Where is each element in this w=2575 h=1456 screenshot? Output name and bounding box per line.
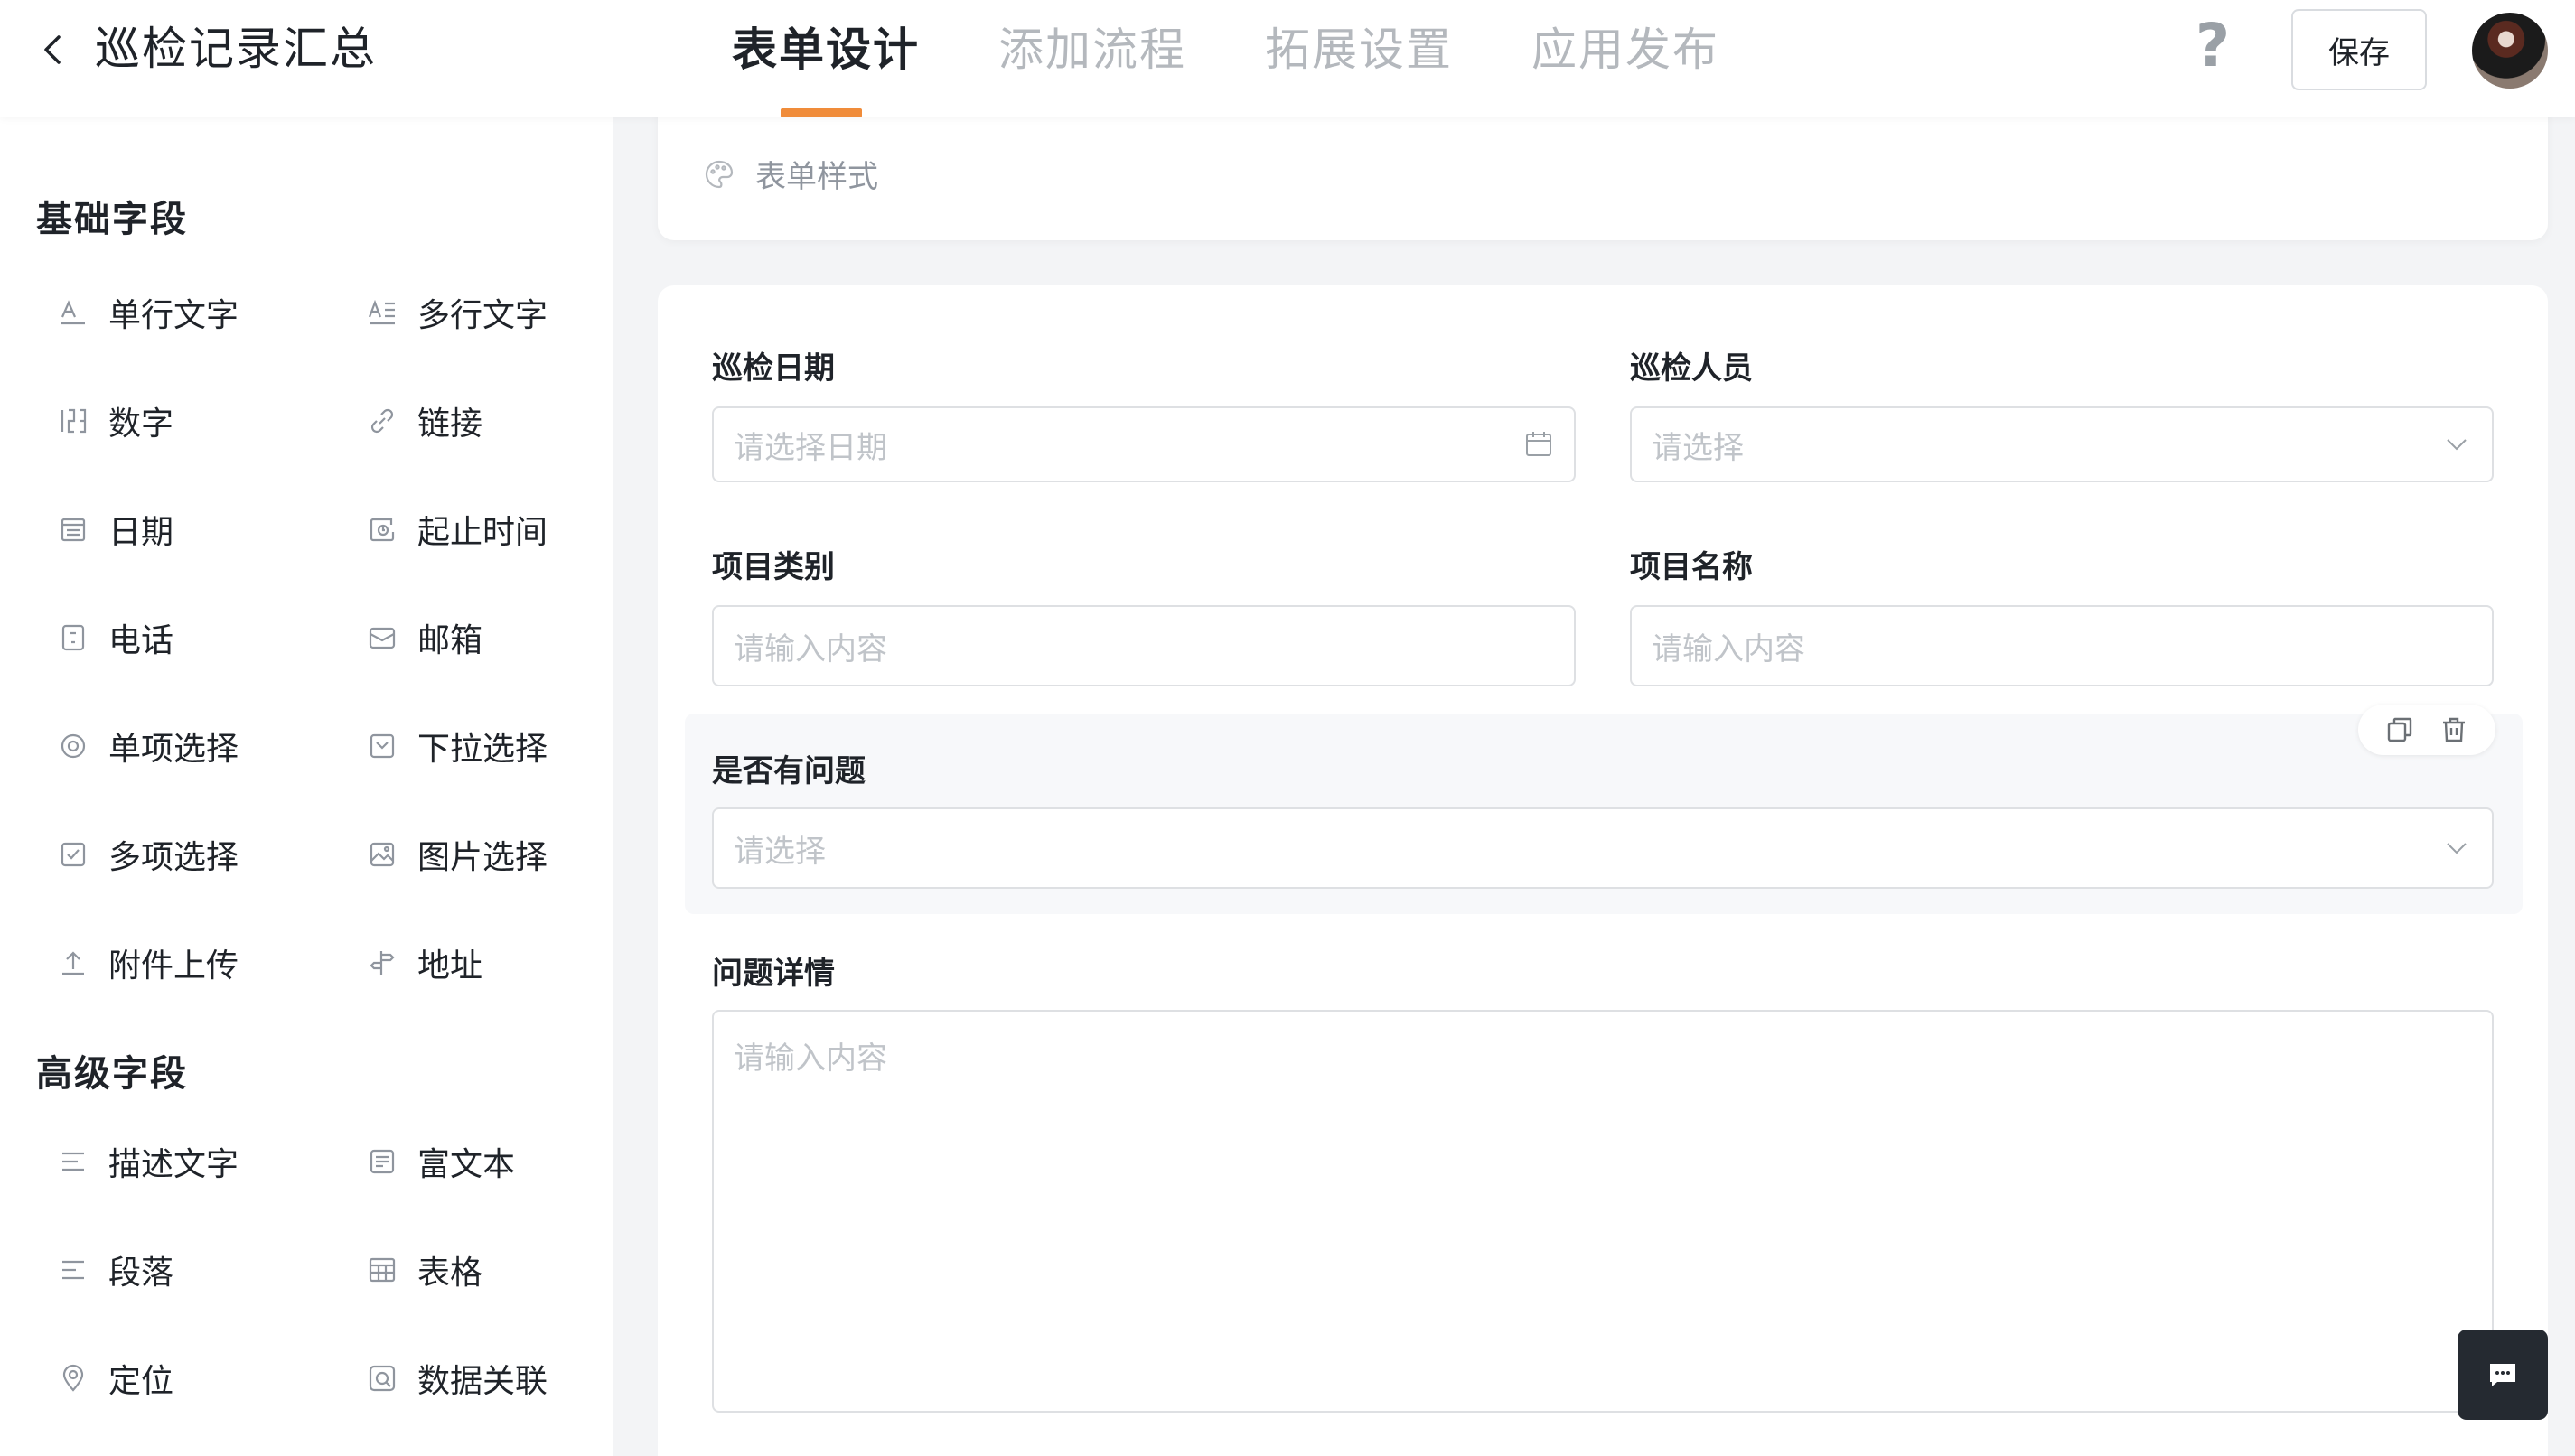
- field-attachment-upload[interactable]: 附件上传: [58, 936, 239, 990]
- back-icon[interactable]: [34, 27, 70, 72]
- single-line-text-icon: [58, 297, 89, 328]
- field-address[interactable]: 地址: [367, 936, 482, 990]
- image-icon: [367, 839, 398, 870]
- project-category-input[interactable]: 请输入内容: [712, 605, 1576, 686]
- data-link-icon: [367, 1363, 398, 1394]
- field-multi-choice[interactable]: 多项选择: [58, 827, 239, 882]
- field-link[interactable]: 链接: [367, 394, 482, 448]
- field-number[interactable]: 数字: [58, 394, 173, 448]
- form-style-card: 表单样式: [658, 108, 2548, 240]
- chevron-down-icon: [2441, 429, 2472, 460]
- number-icon: [58, 406, 89, 436]
- table-icon: [367, 1255, 398, 1285]
- dropdown-icon: [367, 731, 398, 761]
- app-title: 巡检记录汇总: [95, 23, 377, 75]
- advanced-fields-title: 高级字段: [36, 1053, 188, 1095]
- palette-icon: [705, 160, 734, 188]
- calendar-icon: [1523, 429, 1554, 460]
- has-issue-select[interactable]: 请选择: [712, 807, 2494, 889]
- chevron-down-icon: [2441, 833, 2472, 863]
- field-table[interactable]: 表格: [367, 1243, 482, 1297]
- mail-icon: [367, 622, 398, 653]
- field-image-choice[interactable]: 图片选择: [367, 827, 548, 882]
- paragraph-icon: [58, 1255, 89, 1285]
- field-description-text[interactable]: 描述文字: [58, 1134, 239, 1189]
- delete-icon[interactable]: [2439, 714, 2469, 745]
- message-icon: [2490, 1364, 2515, 1386]
- time-range-icon: [367, 514, 398, 545]
- field-single-choice[interactable]: 单项选择: [58, 719, 239, 773]
- copy-icon[interactable]: [2384, 714, 2415, 745]
- has-issue-label: 是否有问题: [712, 753, 866, 789]
- issue-detail-label: 问题详情: [712, 956, 835, 992]
- field-actions: [2358, 705, 2495, 755]
- issue-detail-textarea[interactable]: 请输入内容: [712, 1010, 2494, 1413]
- field-single-line-text[interactable]: 单行文字: [58, 285, 239, 340]
- inspector-label: 巡检人员: [1630, 350, 1753, 387]
- top-header: 巡检记录汇总 表单设计 添加流程 拓展设置 应用发布 ? 保存: [0, 0, 2575, 117]
- chat-button[interactable]: [2458, 1330, 2548, 1420]
- field-dropdown[interactable]: 下拉选择: [367, 719, 548, 773]
- form-style-button[interactable]: 表单样式: [703, 152, 878, 196]
- tab-form-design[interactable]: 表单设计: [732, 0, 998, 117]
- inspector-select[interactable]: 请选择: [1630, 406, 2494, 482]
- checkbox-icon: [58, 839, 89, 870]
- save-button[interactable]: 保存: [2291, 9, 2427, 90]
- field-palette: 基础字段 单行文字 多行文字 数字 链接 日期 起止时间 电话 邮箱 单项选择: [0, 117, 613, 1456]
- rich-text-icon: [367, 1146, 398, 1177]
- basic-fields-title: 基础字段: [36, 199, 188, 240]
- inspection-date-label: 巡检日期: [712, 350, 835, 387]
- radio-icon: [58, 731, 89, 761]
- help-icon[interactable]: ?: [2190, 14, 2235, 78]
- field-phone[interactable]: 电话: [58, 611, 173, 665]
- field-multi-line-text[interactable]: 多行文字: [367, 285, 548, 340]
- upload-icon: [58, 947, 89, 978]
- field-location[interactable]: 定位: [58, 1351, 173, 1405]
- location-icon: [58, 1363, 89, 1394]
- field-time-range[interactable]: 起止时间: [367, 502, 548, 556]
- inspection-date-input[interactable]: 请选择日期: [712, 406, 1576, 482]
- tab-add-workflow[interactable]: 添加流程: [998, 0, 1265, 117]
- link-icon: [367, 406, 398, 436]
- phone-icon: [58, 622, 89, 653]
- tab-bar: 表单设计 添加流程 拓展设置 应用发布: [732, 0, 1798, 117]
- tab-extension-settings[interactable]: 拓展设置: [1265, 0, 1531, 117]
- project-name-label: 项目名称: [1630, 549, 1753, 585]
- calendar-icon: [58, 514, 89, 545]
- multi-line-text-icon: [367, 297, 398, 328]
- avatar[interactable]: [2472, 13, 2548, 89]
- field-date[interactable]: 日期: [58, 502, 173, 556]
- field-data-association[interactable]: 数据关联: [367, 1351, 548, 1405]
- project-category-label: 项目类别: [712, 549, 835, 585]
- project-name-input[interactable]: 请输入内容: [1630, 605, 2494, 686]
- field-rich-text[interactable]: 富文本: [367, 1134, 515, 1189]
- field-paragraph[interactable]: 段落: [58, 1243, 173, 1297]
- field-email[interactable]: 邮箱: [367, 611, 482, 665]
- signpost-icon: [367, 947, 398, 978]
- tab-app-publish[interactable]: 应用发布: [1531, 0, 1798, 117]
- description-icon: [58, 1146, 89, 1177]
